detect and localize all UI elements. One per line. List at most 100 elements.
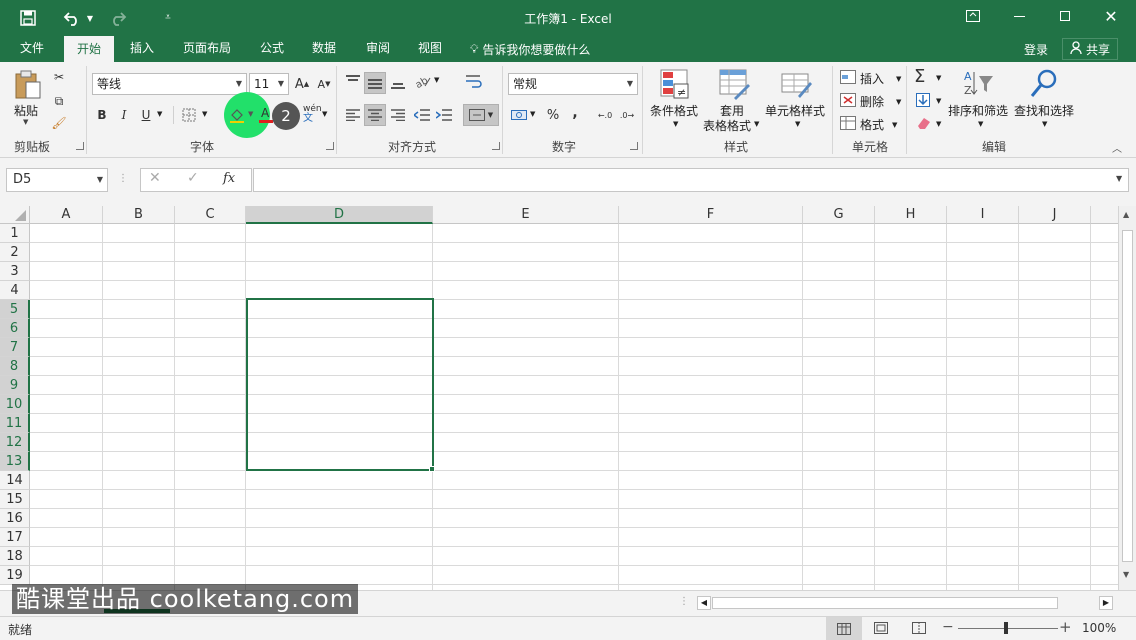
vertical-scroll-thumb[interactable] [1122,230,1133,562]
name-box[interactable]: D5 ▼ [6,168,108,192]
cell-styles-label[interactable]: 单元格样式 [765,102,825,119]
collapse-ribbon-icon[interactable]: ︿ [1112,140,1122,155]
row-header-14[interactable]: 14 [0,471,30,490]
tab-insert[interactable]: 插入 [120,36,164,62]
column-header-b[interactable]: B [103,206,175,224]
format-as-table-icon[interactable] [718,68,750,100]
align-bottom-icon[interactable] [389,74,407,92]
autosum-icon[interactable]: Σ [914,66,925,87]
alignment-launcher-icon[interactable] [492,142,500,150]
fill-color-dropdown-icon[interactable]: ▼ [248,110,253,118]
number-launcher-icon[interactable] [630,142,638,150]
row-header-5[interactable]: 5 [0,300,30,319]
sort-dropdown-icon[interactable]: ▼ [978,120,983,128]
tab-page-layout[interactable]: 页面布局 [176,36,238,62]
accounting-dropdown-icon[interactable]: ▼ [530,110,535,118]
row-header-10[interactable]: 10 [0,395,30,414]
tab-view[interactable]: 视图 [408,36,452,62]
expand-formula-icon[interactable]: ▼ [1116,174,1122,183]
wrap-text-icon[interactable] [465,72,483,90]
formula-input[interactable] [253,168,1129,192]
cell-styles-dropdown-icon[interactable]: ▼ [795,120,800,128]
orientation-icon[interactable]: ab [414,72,432,90]
ribbon-display-options-icon[interactable] [950,0,996,32]
fill-color-icon[interactable] [228,106,246,124]
close-icon[interactable]: ✕ [1088,0,1134,32]
scroll-down-icon[interactable]: ▼ [1123,570,1129,579]
row-header-17[interactable]: 17 [0,528,30,547]
align-left-icon[interactable] [344,106,362,124]
format-painter-icon[interactable]: 🖌︎ [50,114,68,132]
clear-icon[interactable] [916,116,932,130]
copy-icon[interactable]: ⧉ [50,92,68,110]
minimize-icon[interactable] [996,0,1042,32]
borders-icon[interactable] [180,106,198,124]
tab-home[interactable]: 开始 [64,36,114,62]
clear-dropdown-icon[interactable]: ▼ [936,120,941,128]
align-right-icon[interactable] [389,106,407,124]
zoom-in-icon[interactable]: + [1059,618,1072,636]
row-header-9[interactable]: 9 [0,376,30,395]
clipboard-launcher-icon[interactable] [76,142,84,150]
italic-button[interactable]: I [115,106,133,124]
column-header-j[interactable]: J [1019,206,1091,224]
worksheet-grid[interactable]: ABCDEFGHIJ 1 2 3 4 5 6 7 8 9 10 11 12 13 14 15 16 17 18 19 [0,206,1118,590]
row-header-4[interactable]: 4 [0,281,30,300]
format-cells-button[interactable]: 格式 ▼ [840,116,897,133]
font-name-select[interactable]: 等线 ▼ [92,73,247,95]
cancel-icon[interactable]: ✕ [149,170,161,186]
find-select-icon[interactable] [1028,68,1060,100]
column-header-partial[interactable] [1091,206,1118,224]
zoom-level[interactable]: 100% [1082,621,1116,635]
row-header-11[interactable]: 11 [0,414,30,433]
align-top-icon[interactable] [344,72,362,90]
row-header-12[interactable]: 12 [0,433,30,452]
row-header-16[interactable]: 16 [0,509,30,528]
increase-decimal-icon[interactable]: ←.0 [596,106,614,124]
fill-dropdown-icon[interactable]: ▼ [936,97,941,105]
tab-file[interactable]: 文件 [10,36,54,62]
column-header-f[interactable]: F [619,206,803,224]
align-middle-icon[interactable] [364,72,386,94]
font-size-select[interactable]: 11 ▼ [249,73,289,95]
decrease-indent-icon[interactable] [413,106,431,124]
cell-styles-icon[interactable] [780,68,812,100]
percent-button[interactable]: % [544,106,562,124]
tab-formulas[interactable]: 公式 [250,36,294,62]
column-header-g[interactable]: G [803,206,875,224]
insert-cells-button[interactable]: 插入 ▼ [840,70,901,87]
scroll-up-icon[interactable]: ▲ [1123,210,1129,219]
vertical-scrollbar[interactable]: ▲ ▼ [1118,206,1136,590]
cut-icon[interactable]: ✂ [50,68,68,86]
conditional-formatting-label[interactable]: 条件格式 [650,102,698,119]
paste-label[interactable]: 粘贴 [14,102,38,119]
borders-dropdown-icon[interactable]: ▼ [202,110,207,118]
page-break-view-icon[interactable] [912,622,926,637]
column-header-c[interactable]: C [175,206,246,224]
page-layout-view-icon[interactable] [874,622,888,637]
normal-view-icon[interactable] [826,617,862,640]
column-header-h[interactable]: H [875,206,947,224]
autosum-dropdown-icon[interactable]: ▼ [936,74,941,82]
format-table-dropdown-icon[interactable]: ▼ [754,120,759,128]
row-header-8[interactable]: 8 [0,357,30,376]
row-header-1[interactable]: 1 [0,224,30,243]
scroll-left-icon[interactable]: ◀ [697,596,711,610]
row-header-2[interactable]: 2 [0,243,30,262]
column-header-a[interactable]: A [30,206,103,224]
row-header-19[interactable]: 19 [0,566,30,585]
column-header-d[interactable]: D [246,206,433,224]
find-dropdown-icon[interactable]: ▼ [1042,120,1047,128]
fill-handle[interactable] [429,466,435,472]
tab-data[interactable]: 数据 [302,36,346,62]
bold-button[interactable]: B [93,106,111,124]
merge-center-icon[interactable]: ▼ [463,104,499,126]
split-dots-icon[interactable]: ⋮ [679,596,689,607]
insert-function-button[interactable]: fx [223,171,235,186]
maximize-icon[interactable] [1042,0,1088,32]
horizontal-scroll-thumb[interactable] [712,597,1058,609]
comma-button[interactable]: , [566,104,584,122]
paste-dropdown-icon[interactable]: ▼ [23,118,28,126]
align-center-icon[interactable] [364,104,386,126]
select-all-button[interactable] [0,206,30,224]
